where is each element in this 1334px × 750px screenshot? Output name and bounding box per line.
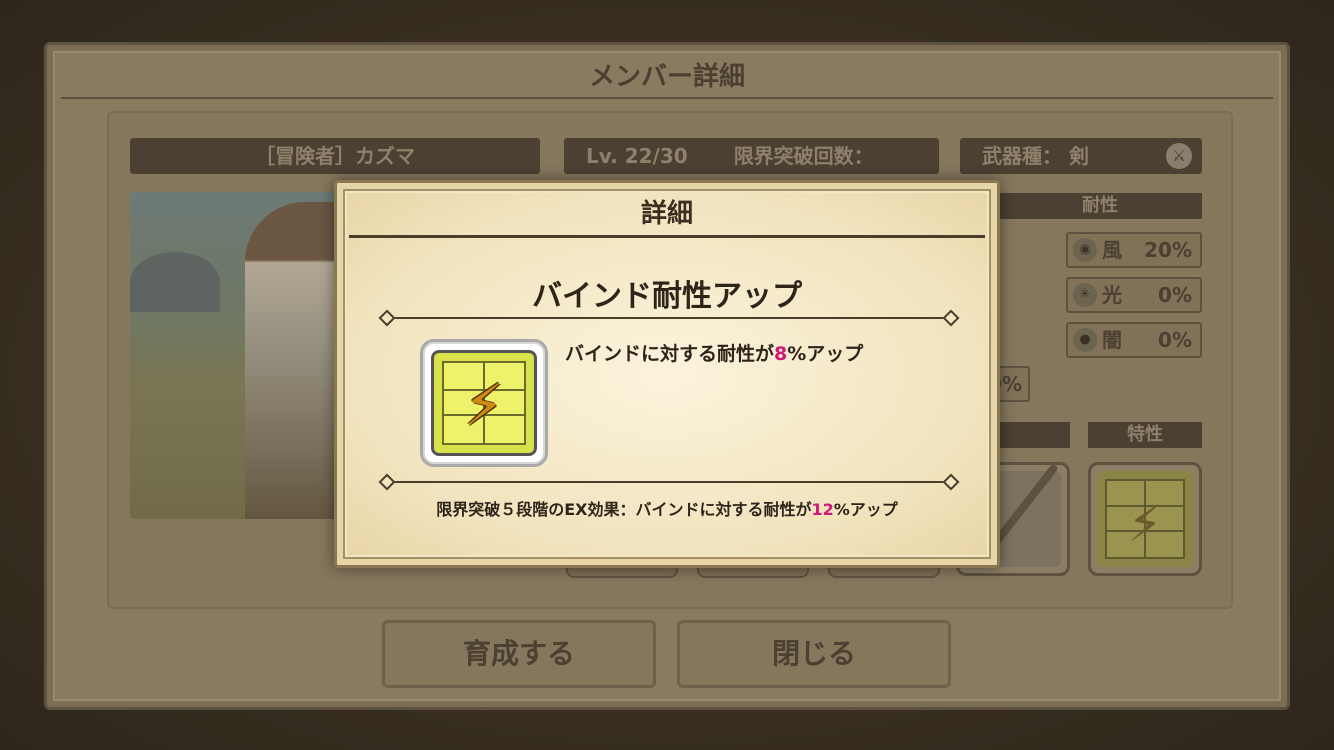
modal-title-divider	[349, 235, 985, 238]
resistance-light: ✳ 光 0%	[1066, 277, 1202, 313]
close-button[interactable]: 閉じる	[677, 620, 951, 688]
resistance-dark: ● 闇 0%	[1066, 322, 1202, 358]
resistance-value: 20%	[1144, 238, 1192, 262]
skill-description: バインドに対する耐性が8%アップ	[565, 339, 863, 366]
detail-modal: 詳細 バインド耐性アップ ⚡ バインドに対する耐性が8%アップ 限界突破５段階の…	[334, 180, 1000, 568]
trait-header: 特性	[1088, 422, 1202, 448]
dark-icon: ●	[1073, 328, 1097, 352]
panel-title: メンバー詳細	[588, 62, 745, 92]
ex-effect-value: 12	[811, 500, 834, 519]
light-icon: ✳	[1073, 283, 1097, 307]
modal-title: 詳細	[640, 199, 693, 229]
skill-grid: ⚡	[442, 361, 526, 445]
wind-icon: ◉	[1073, 238, 1097, 262]
skill-divider-bottom	[389, 481, 949, 483]
equipment-header-bar	[998, 422, 1070, 448]
level-bar: Lv. 22/30限界突破回数：0/5	[564, 138, 939, 204]
weapon-type-bar: 武器種： 剣 ⚔	[960, 138, 1202, 174]
sword-icon: ⚔	[1166, 143, 1192, 169]
bind-resist-lightning-icon: ⚡	[463, 371, 505, 439]
trait-slot-inner: ⚡	[1097, 471, 1193, 567]
skill-divider-top	[389, 317, 949, 319]
character-name-bar: ［冒険者］カズマ	[130, 138, 540, 174]
skill-icon-frame: ⚡	[420, 339, 548, 467]
ex-effect-desc: 限界突破５段階のEX効果：バインドに対する耐性が	[436, 500, 812, 519]
level-text: Lv. 22/30	[586, 144, 688, 168]
ex-effect-text: 限界突破５段階のEX効果：バインドに対する耐性が12%アップ	[337, 496, 997, 520]
portrait-hill	[130, 252, 220, 312]
skill-icon-inner: ⚡	[431, 350, 537, 456]
resistance-name: 風	[1102, 238, 1122, 262]
trait-slot[interactable]: ⚡	[1088, 462, 1202, 576]
resistance-value: 0%	[1158, 328, 1192, 352]
skill-desc-suffix: %アップ	[787, 343, 864, 365]
weapon-type-text: 武器種： 剣	[982, 144, 1089, 168]
ex-effect-suffix: %アップ	[833, 500, 898, 519]
train-button[interactable]: 育成する	[382, 620, 656, 688]
lightning-icon: ⚡	[1127, 495, 1163, 553]
resistance-wind: ◉ 風 20%	[1066, 232, 1202, 268]
skill-desc-text: バインドに対する耐性が	[565, 343, 775, 365]
skill-desc-value: 8	[774, 343, 788, 365]
skill-name: バインド耐性アップ	[532, 279, 802, 314]
resistance-name: 闇	[1102, 328, 1122, 352]
panel-title-divider	[61, 97, 1273, 99]
resistance-name: 光	[1102, 283, 1122, 307]
trait-grid: ⚡	[1105, 479, 1185, 559]
resistance-header: 耐性	[998, 193, 1202, 219]
resistance-value: 0%	[1158, 283, 1192, 307]
sword-icon	[991, 463, 1059, 547]
